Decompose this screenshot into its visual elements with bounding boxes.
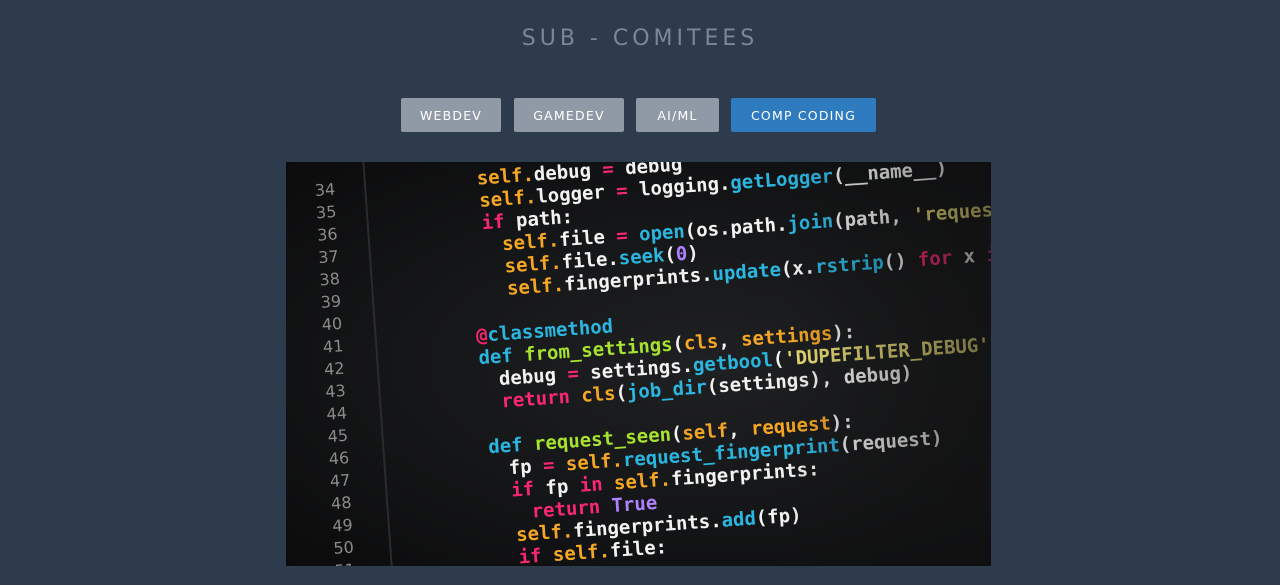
- code-illustration: 34self.debug = debug35self.logger = logg…: [286, 162, 991, 566]
- tab-webdev[interactable]: WEBDEV: [401, 98, 501, 132]
- tab-ai-ml[interactable]: AI/ML: [636, 98, 719, 132]
- page-title: SUB - COMITEES: [521, 26, 759, 51]
- code-screenshot-image: 34self.debug = debug35self.logger = logg…: [286, 162, 991, 566]
- fade-overlay: [286, 162, 991, 566]
- tab-comp-coding[interactable]: COMP CODING: [731, 98, 876, 132]
- tab-bar: WEBDEV GAMEDEV AI/ML COMP CODING: [0, 98, 1280, 132]
- tab-gamedev[interactable]: GAMEDEV: [514, 98, 624, 132]
